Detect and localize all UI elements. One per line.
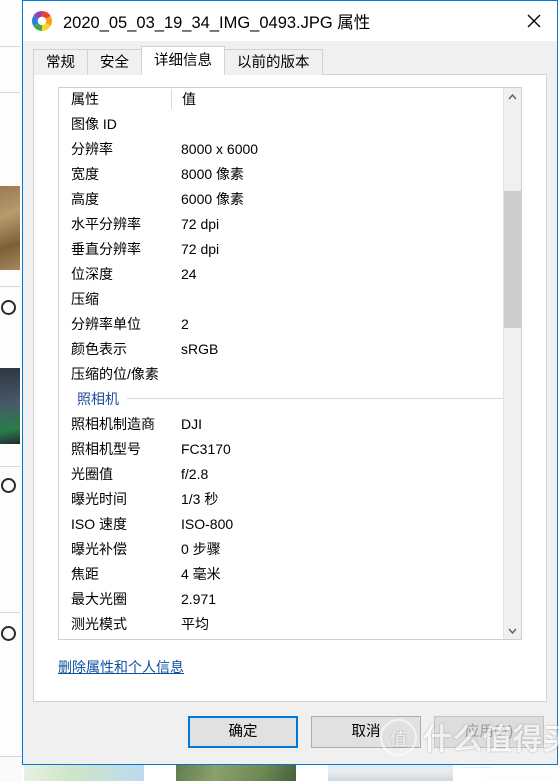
details-row[interactable]: 水平分辨率 72 dpi	[59, 211, 503, 236]
property-value[interactable]: 0 步骤	[181, 539, 503, 559]
explorer-badge-icon	[1, 478, 16, 493]
property-name: 照相机制造商	[71, 415, 155, 432]
property-value[interactable]: 24	[181, 266, 503, 282]
details-row[interactable]: ISO 速度 ISO-800	[59, 511, 503, 536]
explorer-badge-icon	[1, 300, 16, 315]
remove-properties-link[interactable]: 删除属性和个人信息	[58, 657, 184, 677]
property-value[interactable]: f/2.8	[181, 466, 503, 482]
property-value[interactable]: 8000 x 6000	[181, 141, 503, 157]
property-name: 属性	[71, 90, 99, 107]
property-name: 照相机型号	[71, 440, 141, 457]
property-value[interactable]: DJI	[181, 416, 503, 432]
explorer-thumbnail	[0, 186, 20, 270]
property-value[interactable]: 4 毫米	[181, 564, 503, 584]
property-name: 曝光时间	[71, 490, 127, 507]
property-name: ISO 速度	[71, 515, 128, 532]
details-row[interactable]: 颜色表示 sRGB	[59, 336, 503, 361]
details-row[interactable]: 焦距 4 毫米	[59, 561, 503, 586]
scrollbar-thumb[interactable]	[504, 191, 521, 328]
explorer-left-strip	[0, 0, 23, 781]
property-value[interactable]: 6000 像素	[181, 189, 503, 209]
details-scrollbar[interactable]	[503, 88, 521, 639]
property-value[interactable]: sRGB	[181, 341, 503, 357]
property-name: 图像 ID	[71, 115, 117, 132]
details-row[interactable]: 分辨率 8000 x 6000	[59, 136, 503, 161]
tab-security[interactable]: 安全	[87, 49, 142, 75]
property-name: 光圈值	[71, 465, 113, 482]
property-name: 高度	[71, 190, 99, 207]
property-value[interactable]: 2	[181, 316, 503, 332]
details-row[interactable]: 图像 ID	[59, 111, 503, 136]
property-value: 值	[171, 88, 503, 109]
scroll-up-icon[interactable]	[504, 88, 521, 105]
property-name: 焦距	[71, 565, 99, 582]
property-value[interactable]: 平均	[181, 614, 503, 634]
dialog-titlebar: 2020_05_03_19_34_IMG_0493.JPG 属性	[23, 1, 557, 41]
explorer-badge-icon	[1, 626, 16, 641]
details-row[interactable]: 照相机制造商 DJI	[59, 411, 503, 436]
property-name: 压缩	[71, 290, 99, 307]
property-value[interactable]: 72 dpi	[181, 241, 503, 257]
explorer-thumbnail	[0, 368, 20, 444]
details-viewport: 属性 值图像 ID 分辨率 8000 x 6000 宽度 8000 像素高度 6000 像素…	[59, 88, 503, 639]
details-row[interactable]: 位深度 24	[59, 261, 503, 286]
apply-button: 应用(A)	[434, 716, 544, 748]
property-name: 分辨率单位	[71, 315, 141, 332]
dialog-title: 2020_05_03_19_34_IMG_0493.JPG 属性	[63, 14, 371, 32]
property-name: 压缩的位/像素	[71, 365, 159, 382]
property-name: 测光模式	[71, 615, 127, 632]
property-name: 位深度	[71, 265, 113, 282]
details-row: 属性 值	[59, 88, 503, 111]
property-name: 颜色表示	[71, 340, 127, 357]
property-value[interactable]: 2.971	[181, 591, 503, 607]
details-section-header: 照相机	[59, 386, 503, 411]
details-row[interactable]: 宽度 8000 像素	[59, 161, 503, 186]
section-label: 照相机	[77, 390, 119, 407]
tab-general[interactable]: 常规	[33, 49, 88, 75]
property-name: 垂直分辨率	[71, 240, 141, 257]
property-name: 曝光补偿	[71, 540, 127, 557]
details-row[interactable]: 曝光补偿 0 步骤	[59, 536, 503, 561]
details-row[interactable]: 测光模式 平均	[59, 611, 503, 636]
picasa-photo-icon	[31, 10, 53, 32]
details-row[interactable]: 最大光圈 2.971	[59, 586, 503, 611]
property-value[interactable]: 8000 像素	[181, 164, 503, 184]
properties-dialog: 2020_05_03_19_34_IMG_0493.JPG 属性 常规 安全 详…	[22, 0, 558, 765]
details-row[interactable]: 垂直分辨率 72 dpi	[59, 236, 503, 261]
section-divider	[127, 398, 503, 399]
details-row[interactable]: 高度 6000 像素	[59, 186, 503, 211]
ok-button[interactable]: 确定	[188, 716, 298, 748]
tab-details[interactable]: 详细信息	[141, 46, 225, 75]
explorer-thumbnail	[0, 757, 22, 781]
details-rows: 属性 值图像 ID 分辨率 8000 x 6000 宽度 8000 像素高度 6000 像素…	[59, 88, 503, 636]
details-row[interactable]: 曝光时间 1/3 秒	[59, 486, 503, 511]
property-name: 水平分辨率	[71, 215, 141, 232]
details-row[interactable]: 压缩	[59, 286, 503, 311]
property-value[interactable]: ISO-800	[181, 516, 503, 532]
dialog-button-bar: 确定 取消 应用(A)	[23, 702, 557, 764]
property-value[interactable]: 72 dpi	[181, 216, 503, 232]
property-name: 宽度	[71, 165, 99, 182]
close-icon[interactable]	[511, 1, 557, 41]
details-row[interactable]: 压缩的位/像素	[59, 361, 503, 386]
details-row[interactable]: 光圈值 f/2.8	[59, 461, 503, 486]
property-value[interactable]: FC3170	[181, 441, 503, 457]
cancel-button[interactable]: 取消	[311, 716, 421, 748]
tab-strip: 常规 安全 详细信息 以前的版本	[33, 46, 557, 75]
tab-previous-versions[interactable]: 以前的版本	[224, 49, 323, 75]
details-listbox: 属性 值图像 ID 分辨率 8000 x 6000 宽度 8000 像素高度 6000 像素…	[58, 87, 522, 640]
tab-page-details: 属性 值图像 ID 分辨率 8000 x 6000 宽度 8000 像素高度 6000 像素…	[33, 74, 547, 702]
property-name: 最大光圈	[71, 590, 127, 607]
property-value[interactable]: 1/3 秒	[181, 489, 503, 509]
details-row[interactable]: 照相机型号 FC3170	[59, 436, 503, 461]
scroll-down-icon[interactable]	[504, 622, 521, 639]
property-name: 分辨率	[71, 140, 113, 157]
details-row[interactable]: 分辨率单位 2	[59, 311, 503, 336]
